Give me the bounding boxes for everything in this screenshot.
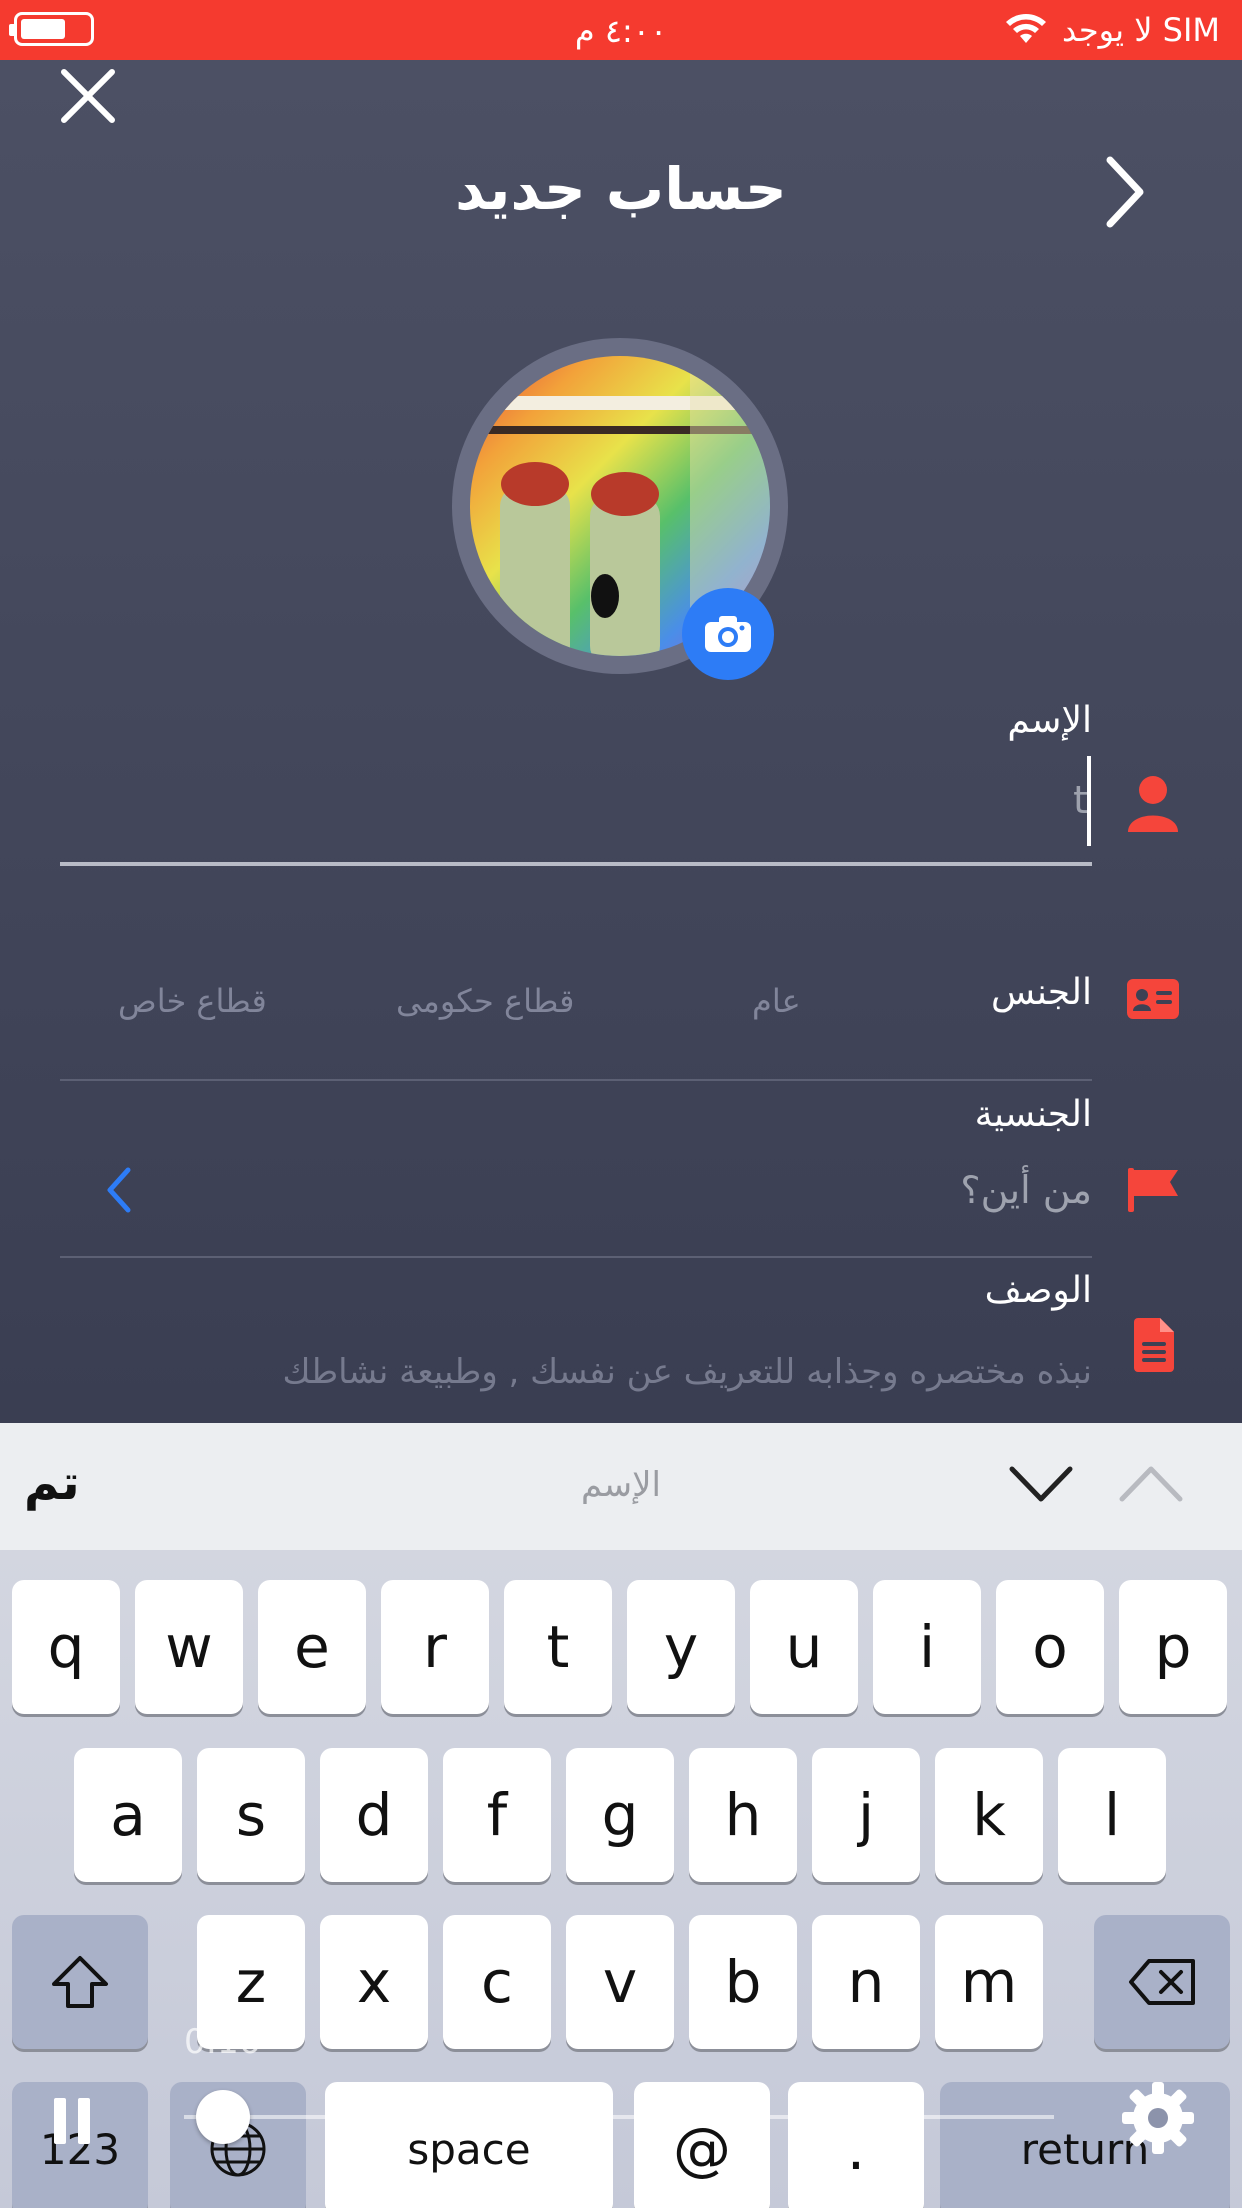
key-k[interactable]: k xyxy=(935,1748,1043,1882)
key-j[interactable]: j xyxy=(812,1748,920,1882)
key-e[interactable]: e xyxy=(258,1580,366,1714)
key-c[interactable]: c xyxy=(443,1915,551,2049)
key-x[interactable]: x xyxy=(320,1915,428,2049)
camera-icon xyxy=(705,616,751,652)
id-card-icon xyxy=(1127,979,1179,1019)
chevron-up-icon[interactable] xyxy=(1116,1461,1186,1507)
key-w[interactable]: w xyxy=(135,1580,243,1714)
status-carrier-group: لا يوجد SIM xyxy=(1004,11,1220,49)
carrier-text: لا يوجد SIM xyxy=(1062,11,1220,49)
gender-option-general[interactable]: عام xyxy=(752,982,801,1020)
text-caret xyxy=(1087,756,1091,846)
key-n[interactable]: n xyxy=(812,1915,920,2049)
keyboard: q w e r t y u i o p a s d f g h j k l z … xyxy=(0,1550,1242,2208)
flag-icon xyxy=(1128,1168,1178,1212)
chevron-left-icon[interactable] xyxy=(104,1166,134,1214)
description-label: الوصف xyxy=(984,1270,1092,1311)
gender-option-government[interactable]: قطاع حكومى xyxy=(396,982,574,1020)
key-s[interactable]: s xyxy=(197,1748,305,1882)
key-u[interactable]: u xyxy=(750,1580,858,1714)
backspace-icon xyxy=(1129,1959,1195,2005)
description-placeholder[interactable]: نبذه مختصره وجذابه للتعريف عن نفسك , وطب… xyxy=(282,1352,1092,1392)
gender-option-private[interactable]: قطاع خاص xyxy=(118,982,267,1020)
key-y[interactable]: y xyxy=(627,1580,735,1714)
key-q[interactable]: q xyxy=(12,1580,120,1714)
space-key[interactable]: space xyxy=(325,2082,613,2208)
key-a[interactable]: a xyxy=(74,1748,182,1882)
nationality-divider xyxy=(60,1256,1092,1258)
person-icon xyxy=(1128,776,1178,832)
name-label: الإسم xyxy=(1007,700,1092,741)
new-account-screen: حساب جديد الإسم t الجنس عام قطاع حكومى ق… xyxy=(0,60,1242,1423)
page-title: حساب جديد xyxy=(455,155,787,223)
key-m[interactable]: m xyxy=(935,1915,1043,2049)
name-underline xyxy=(60,862,1092,866)
chevron-right-icon[interactable] xyxy=(1100,152,1150,232)
gender-divider xyxy=(60,1079,1092,1081)
key-b[interactable]: b xyxy=(689,1915,797,2049)
document-icon xyxy=(1134,1318,1174,1372)
name-input[interactable] xyxy=(60,760,1088,840)
key-f[interactable]: f xyxy=(443,1748,551,1882)
change-photo-button[interactable] xyxy=(682,588,774,680)
key-p[interactable]: p xyxy=(1119,1580,1227,1714)
key-r[interactable]: r xyxy=(381,1580,489,1714)
keyboard-toolbar: تم الإسم xyxy=(0,1423,1242,1550)
pause-icon[interactable] xyxy=(52,2096,92,2146)
video-scrubber-handle[interactable] xyxy=(196,2090,250,2144)
key-d[interactable]: d xyxy=(320,1748,428,1882)
dot-key[interactable]: . xyxy=(788,2082,924,2208)
status-bar: ٤:٠٠ م لا يوجد SIM xyxy=(0,0,1242,60)
key-o[interactable]: o xyxy=(996,1580,1104,1714)
key-z[interactable]: z xyxy=(197,1915,305,2049)
key-v[interactable]: v xyxy=(566,1915,674,2049)
gender-label: الجنس xyxy=(991,972,1092,1013)
delete-key[interactable] xyxy=(1094,1915,1230,2049)
key-t[interactable]: t xyxy=(504,1580,612,1714)
at-key[interactable]: @ xyxy=(634,2082,770,2208)
wifi-icon xyxy=(1006,14,1047,43)
key-i[interactable]: i xyxy=(873,1580,981,1714)
shift-icon xyxy=(52,1956,108,2008)
nationality-label: الجنسية xyxy=(974,1094,1092,1135)
key-l[interactable]: l xyxy=(1058,1748,1166,1882)
key-h[interactable]: h xyxy=(689,1748,797,1882)
gear-icon[interactable] xyxy=(1120,2080,1196,2156)
chevron-down-icon[interactable] xyxy=(1006,1461,1076,1507)
close-icon[interactable] xyxy=(58,66,118,126)
nationality-placeholder[interactable]: من أين؟ xyxy=(960,1168,1092,1212)
key-g[interactable]: g xyxy=(566,1748,674,1882)
shift-key[interactable] xyxy=(12,1915,148,2049)
